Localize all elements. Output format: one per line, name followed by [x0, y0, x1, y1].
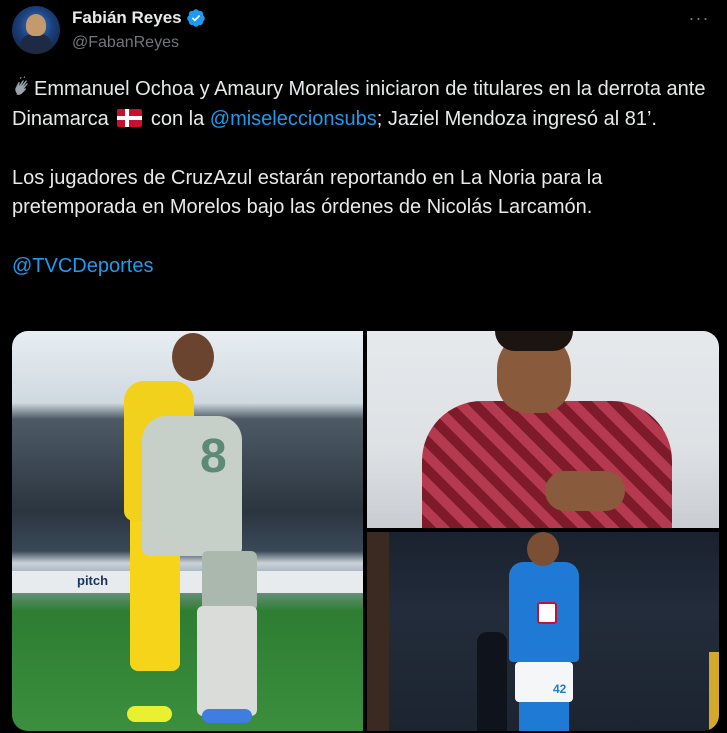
photo-cruz-azul-player[interactable]: 42 — [367, 532, 719, 731]
background-person — [477, 632, 507, 731]
jersey-number: 42 — [553, 682, 567, 696]
player-jersey — [422, 401, 672, 528]
boot — [127, 706, 172, 722]
photo-edge — [367, 532, 389, 731]
avatar[interactable] — [12, 6, 60, 54]
photo-player-portrait[interactable] — [367, 331, 719, 528]
player-hand — [545, 471, 625, 511]
mention-link-tvcdeportes[interactable]: @TVCDeportes — [12, 255, 153, 277]
photo-goalkeeper-hug[interactable]: pitch 8 — [12, 331, 363, 731]
player-head — [527, 532, 559, 566]
avatar-figure — [20, 34, 52, 54]
jersey-number: 8 — [200, 430, 227, 483]
ad-board — [12, 571, 363, 593]
paragraph-1: Emmanuel Ochoa y Amaury Morales iniciaro… — [12, 75, 712, 134]
tweet-header: Fabián Reyes @FabanReyes ··· — [12, 6, 715, 56]
avatar-face — [26, 14, 46, 36]
boot — [202, 709, 252, 723]
photo-edge — [709, 652, 719, 731]
club-badge — [537, 602, 557, 624]
player-legs — [519, 702, 569, 731]
ad-board-text: pitch — [77, 573, 109, 588]
author-name-row: Fabián Reyes — [72, 8, 206, 28]
media-grid: pitch 8 42 — [12, 331, 719, 731]
player-shirt — [142, 416, 242, 556]
player-legs — [197, 606, 257, 716]
text-segment: ; Jaziel Mendoza ingresó al 81’. — [376, 107, 657, 130]
clapping-hands-icon — [15, 76, 28, 95]
more-options-icon[interactable]: ··· — [687, 8, 711, 32]
text-segment: con la — [150, 107, 205, 130]
display-name[interactable]: Fabián Reyes — [72, 8, 182, 28]
player-shorts — [202, 551, 257, 611]
denmark-flag-icon — [117, 108, 143, 127]
author-handle[interactable]: @FabanReyes — [72, 34, 179, 52]
keeper-head — [172, 333, 214, 381]
tweet-text: Emmanuel Ochoa y Amaury Morales iniciaro… — [12, 75, 712, 282]
player-hair — [495, 331, 573, 351]
paragraph-2: Los jugadores de CruzAzul estarán report… — [12, 166, 603, 219]
mention-link[interactable]: @miseleccionsubs — [210, 108, 377, 130]
verified-badge-icon — [186, 9, 205, 27]
